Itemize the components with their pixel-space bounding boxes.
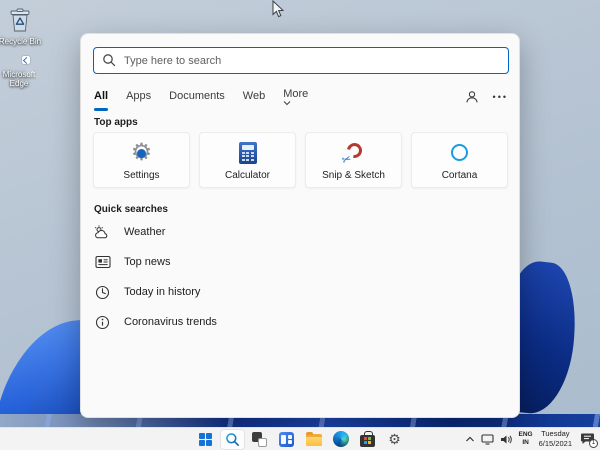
desktop-icon-label: Recycle Bin <box>0 37 42 46</box>
more-options-icon[interactable]: ••• <box>493 92 508 102</box>
store-button[interactable] <box>355 429 380 450</box>
clock-icon <box>94 285 111 300</box>
desktop-icon-microsoft-edge[interactable]: Microsoft Edge <box>0 50 51 88</box>
task-view-button[interactable] <box>247 429 272 450</box>
snip-sketch-icon: ✂ <box>340 139 365 167</box>
gear-icon: ⚙ <box>388 431 401 447</box>
folder-icon <box>305 432 322 446</box>
search-box <box>93 47 509 74</box>
gear-icon: ⚙ <box>131 140 153 165</box>
tab-all[interactable]: All <box>94 90 109 111</box>
search-filter-tabs: All Apps Documents Web More ••• <box>94 86 508 111</box>
search-input[interactable] <box>93 47 509 74</box>
notification-badge: 1 <box>589 439 598 448</box>
clock-date[interactable]: Tuesday 6/15/2021 <box>539 429 572 449</box>
volume-icon[interactable] <box>500 434 513 445</box>
top-app-cortana[interactable]: Cortana <box>411 132 508 188</box>
news-icon <box>94 255 111 269</box>
top-app-calculator[interactable]: Calculator <box>199 132 296 188</box>
windows-logo-icon <box>199 432 212 446</box>
tray-day: Tuesday <box>541 429 570 439</box>
tab-more[interactable]: More <box>283 87 311 108</box>
shortcut-arrow-icon <box>22 56 30 64</box>
top-app-settings[interactable]: ⚙ Settings <box>93 132 190 188</box>
taskbar: ⚙ ENG IN Tuesday 6/15/2021 1 <box>0 427 600 450</box>
desktop: Recycle Bin Microsoft Edge All Apps Docu… <box>0 0 600 450</box>
search-icon <box>225 432 240 447</box>
account-icon[interactable] <box>465 90 479 104</box>
recycle-bin-icon <box>0 5 52 35</box>
quick-search-weather[interactable]: Weather <box>94 222 394 242</box>
cortana-ring-icon <box>451 144 468 161</box>
section-title-quick-searches: Quick searches <box>94 204 168 215</box>
tab-documents[interactable]: Documents <box>169 90 225 104</box>
widgets-button[interactable] <box>274 429 299 450</box>
widgets-icon <box>279 431 294 447</box>
task-view-icon <box>252 431 267 447</box>
quick-search-today-in-history[interactable]: Today in history <box>94 282 394 302</box>
taskbar-search-button[interactable] <box>220 428 245 450</box>
edge-icon <box>332 431 349 447</box>
quick-searches-list: Weather Top news Today in history Corona… <box>94 222 394 342</box>
quick-search-top-news[interactable]: Top news <box>94 252 394 272</box>
store-icon <box>360 430 375 447</box>
weather-icon <box>94 224 111 240</box>
desktop-icon-recycle-bin[interactable]: Recycle Bin <box>0 5 52 46</box>
search-icon <box>102 53 116 67</box>
mouse-cursor <box>271 0 285 18</box>
top-app-snip-sketch[interactable]: ✂ Snip & Sketch <box>305 132 402 188</box>
settings-button[interactable]: ⚙ <box>382 429 407 450</box>
quick-search-coronavirus-trends[interactable]: Coronavirus trends <box>94 312 394 332</box>
notification-center-button[interactable]: 1 <box>578 431 598 448</box>
edge-button[interactable] <box>328 429 353 450</box>
search-flyout-panel: All Apps Documents Web More ••• Top apps <box>80 33 520 418</box>
file-explorer-button[interactable] <box>301 429 326 450</box>
tray-date: 6/15/2021 <box>538 439 572 448</box>
top-apps-list: ⚙ Settings Calculator ✂ Snip & Sketch Co… <box>93 132 509 188</box>
tray-chevron-up-icon[interactable] <box>465 436 475 443</box>
calculator-icon <box>238 141 257 164</box>
info-icon <box>94 315 111 330</box>
section-title-top-apps: Top apps <box>94 117 138 128</box>
tab-web[interactable]: Web <box>243 90 265 104</box>
start-button[interactable] <box>193 429 218 450</box>
chevron-down-icon <box>283 100 311 106</box>
network-icon[interactable] <box>480 433 494 445</box>
language-indicator[interactable]: ENG IN <box>519 431 533 447</box>
system-tray: ENG IN Tuesday 6/15/2021 1 <box>465 428 598 450</box>
tab-apps[interactable]: Apps <box>126 90 151 104</box>
